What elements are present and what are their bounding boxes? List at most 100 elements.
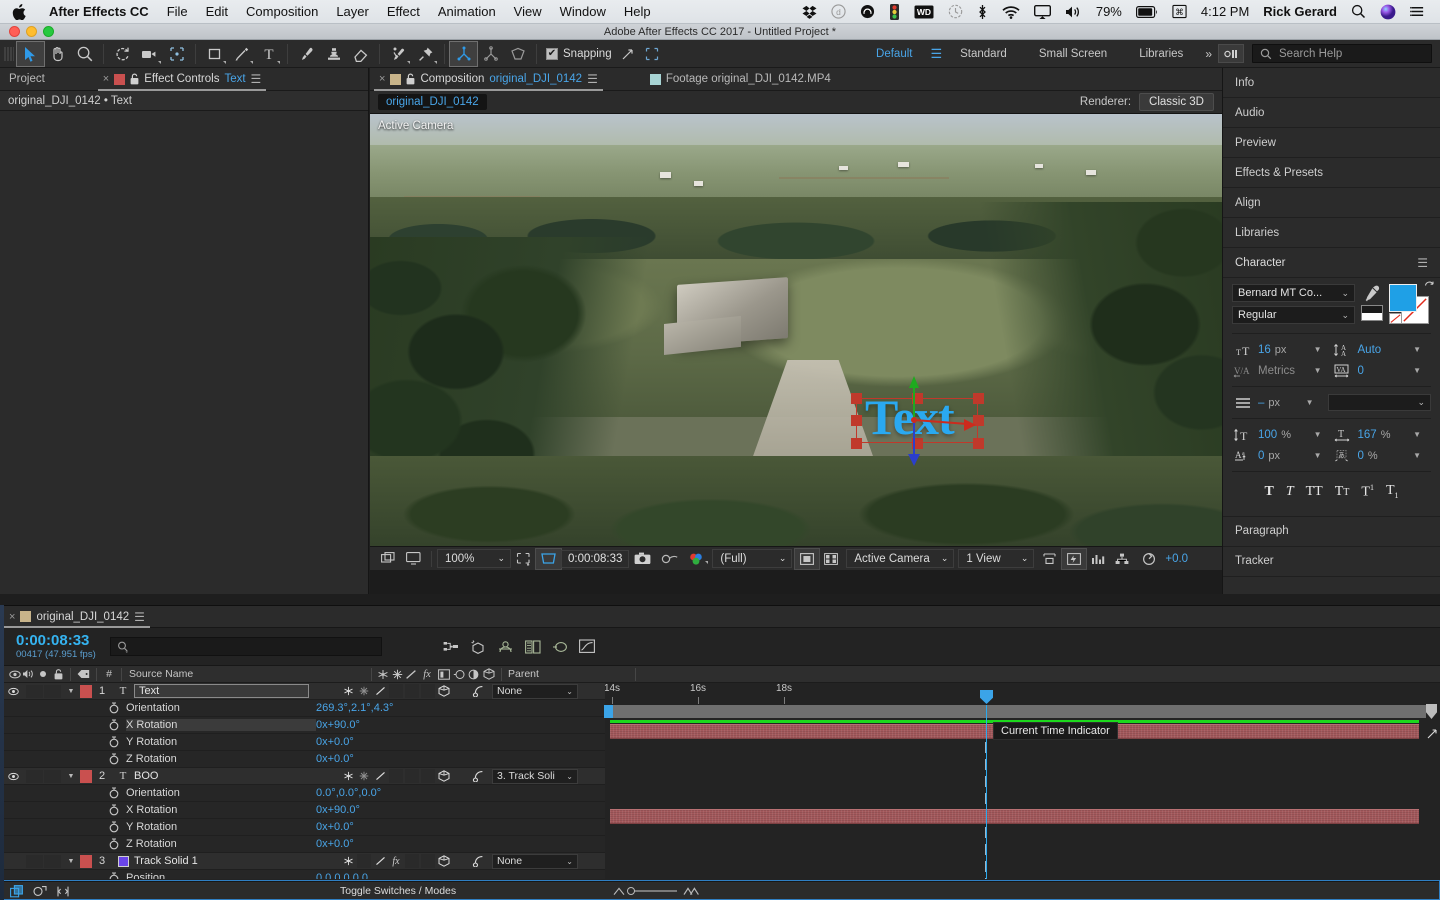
snapping-checkbox[interactable]: ✔ — [546, 47, 558, 60]
workspace-menu-icon[interactable]: ☰ — [928, 46, 944, 62]
brush-icon[interactable] — [293, 42, 320, 66]
volume-icon[interactable] — [1058, 5, 1089, 19]
menu-effect[interactable]: Effect — [378, 4, 429, 19]
tracking-field[interactable]: VA 0 ▼ — [1332, 364, 1432, 378]
panel-menu-icon[interactable]: ☰ — [134, 610, 145, 624]
layer-solo-toggle[interactable] — [44, 769, 61, 783]
chevron-down-icon[interactable]: ▼ — [1413, 366, 1431, 375]
label-tag-icon[interactable] — [75, 669, 92, 679]
panel-info[interactable]: Info — [1223, 68, 1440, 98]
3d-view-dropdown[interactable]: Active Camera ⌄ — [846, 549, 955, 568]
layer-label-color[interactable] — [80, 769, 92, 783]
tab-footage[interactable]: Footage original_DJI_0142.MP4 — [641, 68, 840, 91]
stopwatch-icon[interactable] — [102, 821, 126, 833]
table-row[interactable]: Z Rotation 0x+0.0° — [0, 836, 605, 853]
bluetooth-icon[interactable] — [970, 4, 995, 20]
panel-preview[interactable]: Preview — [1223, 128, 1440, 158]
lock-icon[interactable] — [406, 73, 415, 85]
transparency-grid-icon[interactable] — [794, 547, 821, 570]
view-axis-icon[interactable] — [504, 42, 531, 66]
table-row[interactable]: ▼ 3 Track Solid 1 fx None ⌄ — [0, 853, 605, 870]
panel-menu-icon[interactable]: ☰ — [587, 72, 598, 86]
font-family-select[interactable]: Bernard MT Co... ⌄ — [1232, 284, 1355, 302]
table-row[interactable]: Orientation 0.0°,0.0°,0.0° — [0, 785, 605, 802]
current-time-display[interactable]: 0:00:08:33 00417 (47.951 fps) — [16, 632, 96, 660]
tab-project[interactable]: Project — [0, 68, 54, 91]
viewer-timecode[interactable]: 0:00:08:33 — [561, 549, 630, 568]
quality-switch[interactable] — [372, 769, 388, 783]
parent-pick-whip-icon[interactable] — [470, 769, 486, 783]
work-area-end-handle[interactable] — [1426, 704, 1437, 719]
panel-menu-icon[interactable]: ☰ — [1417, 256, 1428, 270]
composition-canvas[interactable]: Active Camera BOO Text — [370, 114, 1222, 553]
superscript-button[interactable]: T1 — [1361, 483, 1374, 501]
stopwatch-icon[interactable] — [102, 736, 126, 748]
faux-italic-button[interactable]: T — [1286, 484, 1294, 500]
collapse-switch[interactable] — [356, 684, 372, 698]
dropbox-icon[interactable] — [795, 5, 824, 19]
expand-collapse-icon[interactable]: ▼ — [62, 858, 80, 865]
audio-speaker-icon[interactable] — [21, 669, 36, 679]
menu-edit[interactable]: Edit — [197, 4, 237, 19]
table-row[interactable]: Y Rotation 0x+0.0° — [0, 819, 605, 836]
table-row[interactable]: X Rotation 0x+90.0° — [0, 802, 605, 819]
effects-switch[interactable]: fx — [388, 854, 404, 868]
panel-align[interactable]: Align — [1223, 188, 1440, 218]
pen-icon[interactable] — [228, 42, 255, 66]
expand-collapse-icon[interactable]: ▼ — [62, 773, 80, 780]
panel-libraries[interactable]: Libraries — [1223, 218, 1440, 248]
zoom-slider-knob[interactable] — [627, 887, 635, 895]
parent-select[interactable]: None ⌄ — [492, 683, 578, 699]
toggle-switches-modes-button[interactable]: Toggle Switches / Modes — [340, 885, 456, 897]
small-caps-button[interactable]: TT — [1335, 484, 1350, 500]
tab-timeline-comp[interactable]: × original_DJI_0142 ☰ — [0, 605, 154, 628]
always-preview-icon[interactable] — [376, 549, 401, 569]
subscript-button[interactable]: T1 — [1386, 483, 1399, 500]
panel-effects-presets[interactable]: Effects & Presets — [1223, 158, 1440, 188]
column-source-name-header[interactable]: Source Name — [126, 668, 311, 680]
motion-blur-switch[interactable] — [421, 854, 435, 868]
kerning-field[interactable]: V/A Metrics ▼ — [1232, 364, 1332, 378]
stopwatch-icon[interactable] — [102, 838, 126, 850]
stopwatch-icon[interactable] — [102, 719, 126, 731]
menu-file[interactable]: File — [158, 4, 197, 19]
wifi-icon[interactable] — [995, 5, 1027, 19]
frame-blend-switch[interactable] — [405, 684, 419, 698]
font-style-select[interactable]: Regular ⌄ — [1232, 306, 1355, 324]
search-help-input[interactable]: Search Help — [1252, 44, 1432, 63]
siri-icon[interactable] — [1373, 4, 1403, 20]
current-time-indicator-line[interactable] — [986, 705, 987, 879]
in-out-controls-icon[interactable] — [56, 885, 70, 898]
reset-exposure-icon[interactable] — [1137, 549, 1161, 569]
selection-tool[interactable] — [16, 40, 45, 67]
chevron-down-icon[interactable]: ▼ — [1314, 345, 1332, 354]
clock-time[interactable]: 4:12 PM — [1194, 4, 1256, 19]
motion-blur-switch[interactable] — [421, 684, 435, 698]
menu-layer[interactable]: Layer — [327, 4, 378, 19]
menu-animation[interactable]: Animation — [429, 4, 505, 19]
collapse-switch[interactable] — [357, 854, 371, 868]
pixel-aspect-correction-icon[interactable] — [1037, 549, 1062, 569]
current-time-indicator-head[interactable] — [980, 690, 993, 704]
stopwatch-icon[interactable] — [102, 787, 126, 799]
panel-menu-icon[interactable]: ☰ — [251, 72, 262, 86]
parent-select[interactable]: 3. Track Soli ⌄ — [492, 768, 578, 784]
effects-switch[interactable] — [389, 684, 403, 698]
battery-icon[interactable] — [1129, 5, 1165, 18]
all-caps-button[interactable]: TT — [1306, 484, 1323, 500]
snap-arrow-icon[interactable] — [621, 47, 635, 61]
workspace-default[interactable]: Default — [860, 48, 928, 60]
3d-layer-switch[interactable] — [436, 684, 452, 698]
workspace-libraries[interactable]: Libraries — [1123, 48, 1199, 60]
graph-editor-icon[interactable] — [579, 639, 595, 654]
layer-bar-end-handle-icon[interactable] — [1426, 727, 1439, 745]
hand-icon[interactable] — [44, 42, 71, 66]
black-white-swatch[interactable] — [1361, 305, 1383, 321]
frame-blending-icon[interactable] — [525, 639, 541, 654]
resolution-dropdown[interactable]: (Full) ⌄ — [712, 549, 793, 568]
solo-icon[interactable] — [36, 670, 50, 678]
collapse-switch[interactable] — [356, 769, 372, 783]
layer-label-color[interactable] — [80, 684, 92, 698]
hide-shy-layers-icon[interactable] — [497, 640, 514, 654]
tab-composition[interactable]: × Composition original_DJI_0142 ☰ — [370, 68, 607, 91]
